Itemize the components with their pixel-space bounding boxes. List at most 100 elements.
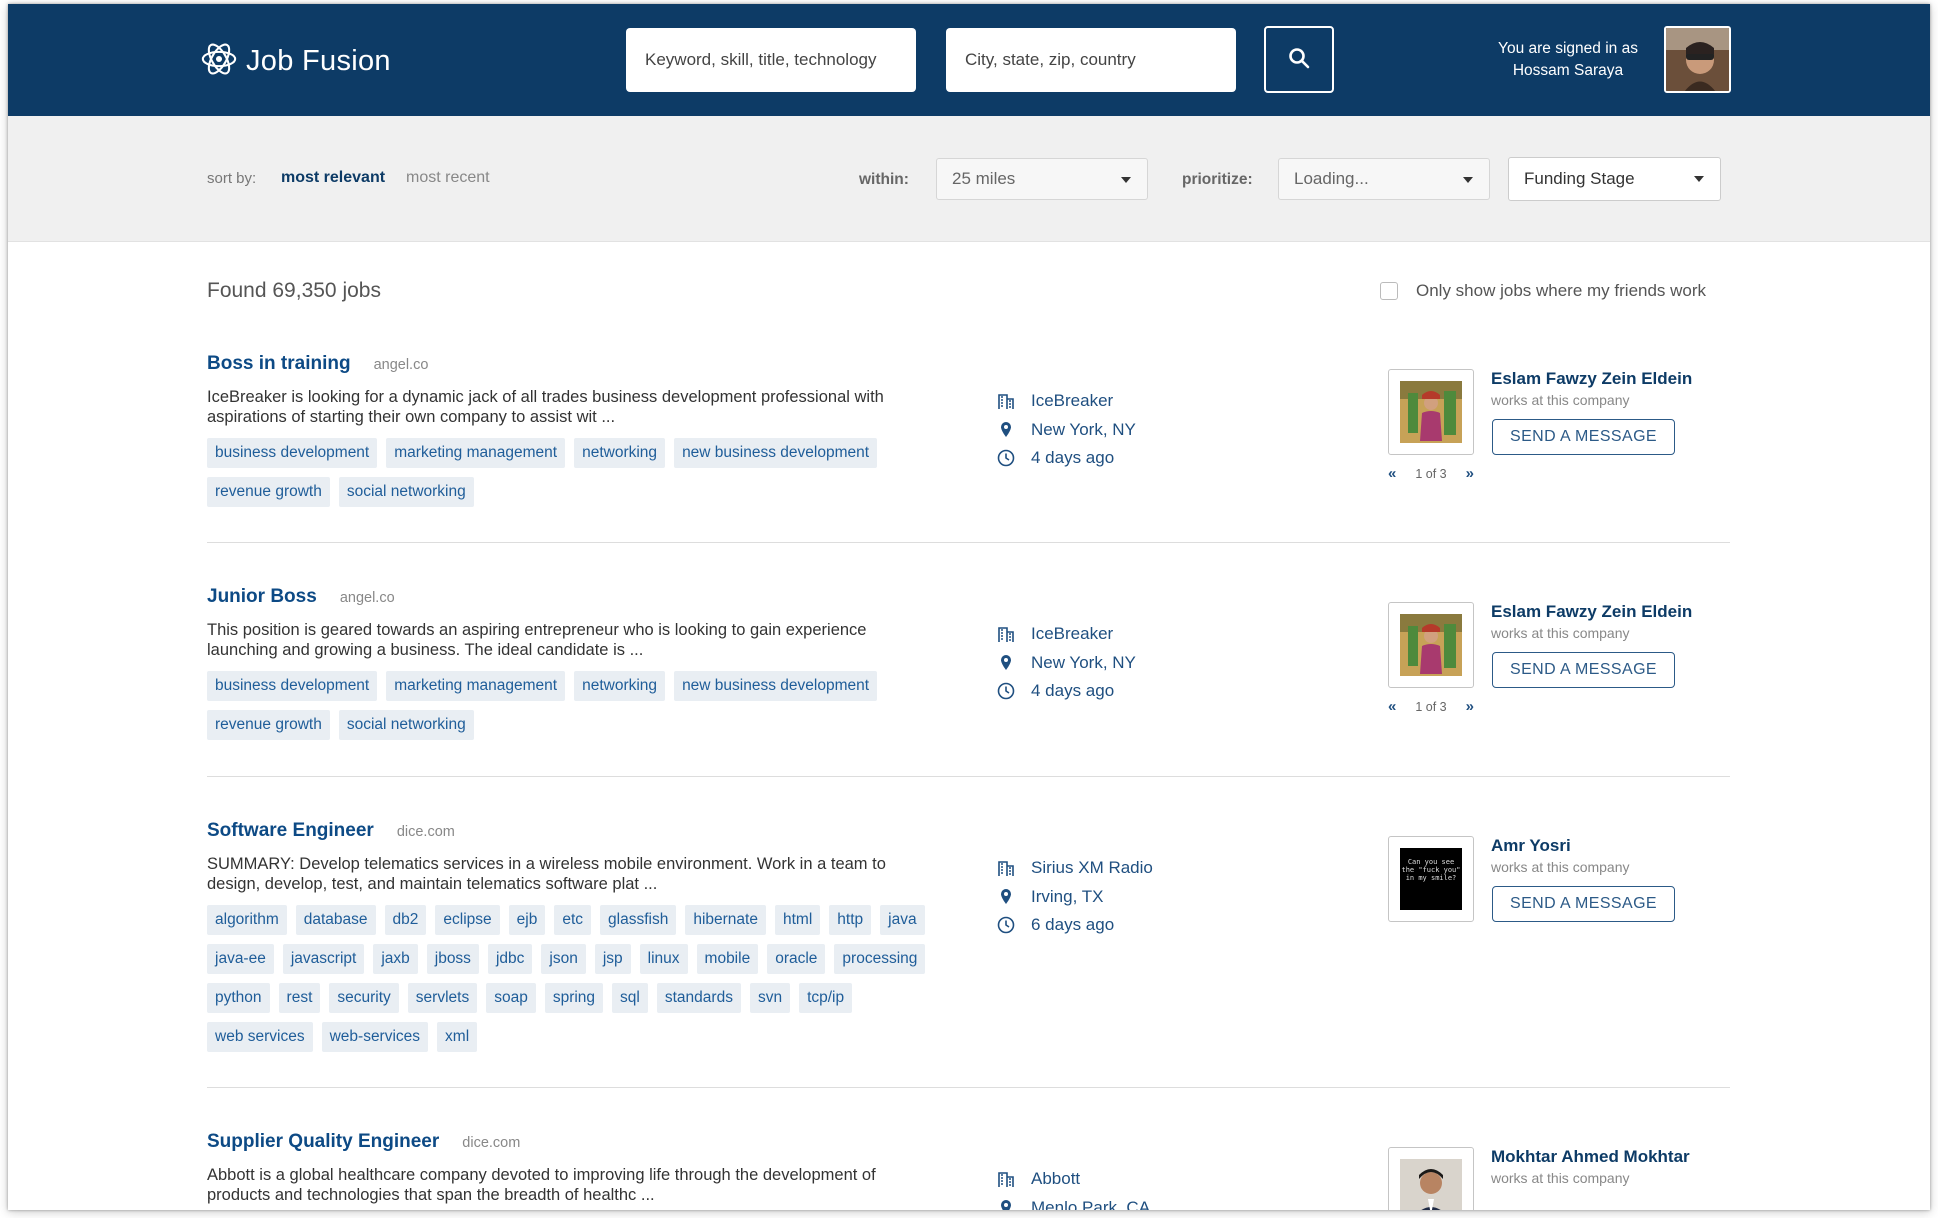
skill-tag[interactable]: web-services xyxy=(321,1022,429,1052)
skill-tag[interactable]: marketing management xyxy=(386,671,566,701)
job-title[interactable]: Software Engineer xyxy=(207,820,374,842)
skill-tag[interactable]: security xyxy=(329,983,399,1013)
skill-tag[interactable]: json xyxy=(541,944,586,974)
skill-tag[interactable]: networking xyxy=(574,438,666,468)
skill-tag[interactable]: rest xyxy=(278,983,321,1013)
next-contact-icon[interactable]: » xyxy=(1466,698,1474,715)
funding-stage-dropdown[interactable]: Funding Stage xyxy=(1508,157,1721,201)
job-company[interactable]: Abbott xyxy=(1031,1169,1080,1189)
skill-tag[interactable]: revenue growth xyxy=(207,710,330,740)
contact-name[interactable]: Eslam Fawzy Zein Eldein xyxy=(1491,369,1692,389)
job-meta: IceBreaker New York, NY 4 days ago xyxy=(997,620,1136,706)
contact-avatar[interactable]: Can you see the "fuck you" in my smile? xyxy=(1388,836,1474,922)
logo[interactable]: Job Fusion xyxy=(200,40,391,83)
within-dropdown[interactable]: 25 miles xyxy=(936,158,1148,200)
job-location: Irving, TX xyxy=(1031,886,1104,906)
skill-tag[interactable]: new business development xyxy=(674,671,878,701)
contact-name[interactable]: Eslam Fawzy Zein Eldein xyxy=(1491,602,1692,622)
contact-name[interactable]: Amr Yosri xyxy=(1491,836,1571,856)
skill-tag[interactable]: glassfish xyxy=(600,905,677,935)
contact-avatar[interactable] xyxy=(1388,369,1474,455)
skill-tag[interactable]: revenue growth xyxy=(207,477,330,507)
send-message-button[interactable]: SEND A MESSAGE xyxy=(1492,419,1675,455)
skill-tag[interactable]: new business development xyxy=(674,438,878,468)
job-title[interactable]: Junior Boss xyxy=(207,586,317,608)
send-message-button[interactable]: SEND A MESSAGE xyxy=(1492,652,1675,688)
contact-avatar[interactable] xyxy=(1388,602,1474,688)
next-contact-icon[interactable]: » xyxy=(1466,465,1474,482)
tag-list: algorithm database db2 eclipse ejb etc glassfi… xyxy=(207,905,967,1061)
prioritize-value: Loading... xyxy=(1294,169,1369,188)
keyword-search-input[interactable] xyxy=(626,28,916,92)
job-location: Menlo Park, CA xyxy=(1031,1197,1151,1211)
tag-list: business development marketing management… xyxy=(207,438,967,516)
contact-name[interactable]: Mokhtar Ahmed Mokhtar xyxy=(1491,1147,1690,1167)
location-pin-icon xyxy=(997,887,1015,907)
skill-tag[interactable]: xml xyxy=(437,1022,478,1052)
skill-tag[interactable]: web services xyxy=(207,1022,313,1052)
chevron-down-icon xyxy=(1121,177,1131,183)
skill-tag[interactable]: jsp xyxy=(594,944,631,974)
sort-most-relevant[interactable]: most relevant xyxy=(281,169,385,187)
skill-tag[interactable]: java xyxy=(880,905,925,935)
contact-avatar[interactable] xyxy=(1388,1147,1474,1210)
skill-tag[interactable]: sql xyxy=(612,983,648,1013)
skill-tag[interactable]: svn xyxy=(749,983,791,1013)
skill-tag[interactable]: business development xyxy=(207,438,378,468)
prioritize-dropdown[interactable]: Loading... xyxy=(1278,158,1490,200)
skill-tag[interactable]: ejb xyxy=(508,905,546,935)
skill-tag[interactable]: html xyxy=(774,905,821,935)
sort-label: sort by: xyxy=(207,170,257,187)
search-button[interactable] xyxy=(1264,26,1334,93)
user-avatar[interactable] xyxy=(1664,26,1731,93)
job-company[interactable]: Sirius XM Radio xyxy=(1031,858,1153,878)
skill-tag[interactable]: jaxb xyxy=(373,944,418,974)
skill-tag[interactable]: jboss xyxy=(426,944,479,974)
skill-tag[interactable]: social networking xyxy=(338,710,474,740)
job-meta: Abbott Menlo Park, CA xyxy=(997,1165,1150,1210)
skill-tag[interactable]: jdbc xyxy=(487,944,533,974)
skill-tag[interactable]: soap xyxy=(486,983,536,1013)
job-company[interactable]: IceBreaker xyxy=(1031,624,1113,644)
job-meta: IceBreaker New York, NY 4 days ago xyxy=(997,387,1136,473)
contact-pager: « 1 of 3 » xyxy=(1388,465,1474,482)
skill-tag[interactable]: db2 xyxy=(384,905,427,935)
skill-tag[interactable]: hibernate xyxy=(685,905,766,935)
job-posted: 4 days ago xyxy=(1031,681,1115,700)
skill-tag[interactable]: processing xyxy=(834,944,926,974)
skill-tag[interactable]: linux xyxy=(639,944,688,974)
skill-tag[interactable]: java-ee xyxy=(207,944,274,974)
job-company[interactable]: IceBreaker xyxy=(1031,391,1113,411)
job-title[interactable]: Boss in training xyxy=(207,353,351,375)
contact-subtitle: works at this company xyxy=(1491,625,1630,641)
skill-tag[interactable]: oracle xyxy=(767,944,826,974)
skill-tag[interactable]: mobile xyxy=(696,944,759,974)
filter-bar: sort by: most relevant most recent withi… xyxy=(8,116,1930,242)
skill-tag[interactable]: eclipse xyxy=(435,905,500,935)
location-search-input[interactable] xyxy=(946,28,1236,92)
friends-checkbox[interactable] xyxy=(1380,282,1398,300)
prev-contact-icon[interactable]: « xyxy=(1388,698,1396,715)
skill-tag[interactable]: social networking xyxy=(338,477,474,507)
prev-contact-icon[interactable]: « xyxy=(1388,465,1396,482)
skill-tag[interactable]: python xyxy=(207,983,270,1013)
skill-tag[interactable]: http xyxy=(829,905,872,935)
skill-tag[interactable]: standards xyxy=(656,983,741,1013)
skill-tag[interactable]: networking xyxy=(574,671,666,701)
skill-tag[interactable]: tcp/ip xyxy=(799,983,853,1013)
logo-text: Job Fusion xyxy=(246,45,391,77)
skill-tag[interactable]: etc xyxy=(554,905,592,935)
skill-tag[interactable]: database xyxy=(295,905,376,935)
skill-tag[interactable]: servlets xyxy=(407,983,478,1013)
skill-tag[interactable]: algorithm xyxy=(207,905,287,935)
send-message-button[interactable]: SEND A MESSAGE xyxy=(1492,886,1675,922)
job-title[interactable]: Supplier Quality Engineer xyxy=(207,1131,439,1153)
sort-most-recent[interactable]: most recent xyxy=(406,169,490,187)
skill-tag[interactable]: marketing management xyxy=(386,438,566,468)
skill-tag[interactable]: business development xyxy=(207,671,378,701)
skill-tag[interactable]: spring xyxy=(544,983,604,1013)
friends-filter[interactable]: Only show jobs where my friends work xyxy=(1380,281,1706,301)
building-icon xyxy=(997,391,1015,411)
skill-tag[interactable]: javascript xyxy=(282,944,365,974)
contact-subtitle: works at this company xyxy=(1491,859,1630,875)
